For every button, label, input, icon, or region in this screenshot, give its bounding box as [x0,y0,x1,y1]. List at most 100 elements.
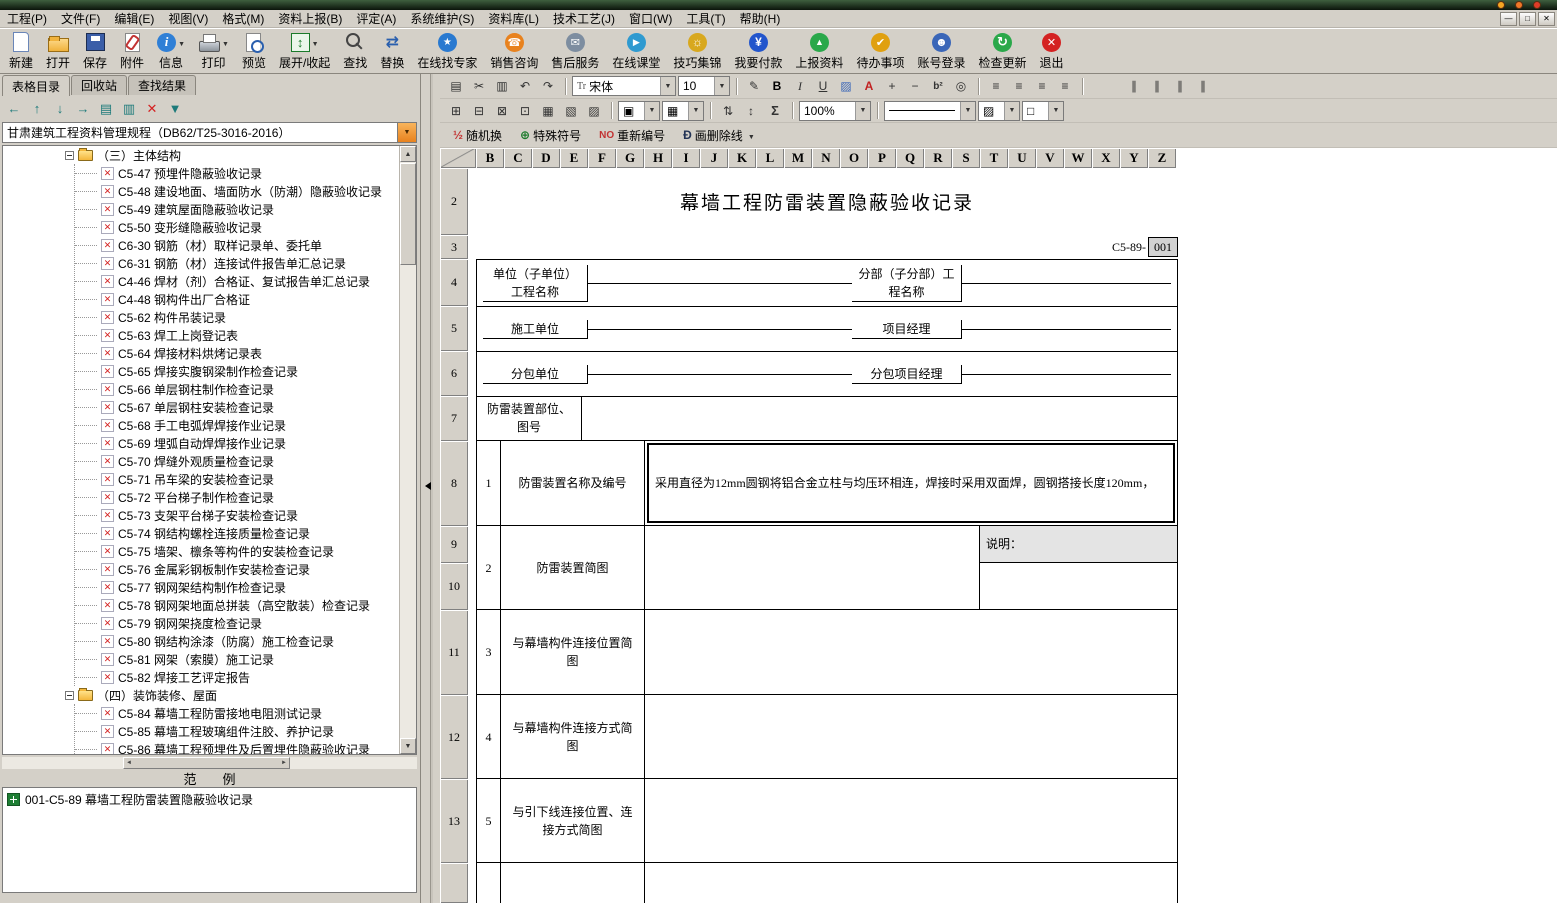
titlebar-minimize-button[interactable] [1497,1,1505,9]
tree-item[interactable]: C5-72 平台梯子制作检查记录 [75,488,399,506]
column-header[interactable]: H [644,148,672,168]
tree-item[interactable]: C6-31 钢筋（材）连接试件报告单汇总记录 [75,254,399,272]
device-name-cell[interactable]: 采用直径为12mm圆钢将铝合金立柱与均压环相连，焊接时采用双面焊，圆钢搭接长度1… [645,441,1178,526]
zoom-select[interactable]: 100% [799,101,871,121]
row-ops-button[interactable]: ⇅ [717,101,739,121]
tree-item[interactable]: C5-74 钢结构螺栓连接质量检查记录 [75,524,399,542]
menu-item[interactable]: 资料上报(B) [271,9,349,28]
column-header[interactable]: R [924,148,952,168]
active-edit-cell[interactable]: 采用直径为12mm圆钢将铝合金立柱与均压环相连，焊接时采用双面焊，圆钢搭接长度1… [647,443,1175,523]
toolbar-button[interactable]: 技巧集锦 [670,30,724,72]
column-header[interactable]: Z [1148,148,1176,168]
align-button[interactable]: ≡ [1008,76,1030,96]
row-header[interactable]: 7 [440,396,468,441]
empty-content-cell[interactable] [645,863,1178,903]
catalog-dropdown-button[interactable] [397,123,416,142]
menu-item[interactable]: 技术工艺(J) [546,9,622,28]
tree-toolbar-button[interactable]: ▥ [119,99,139,119]
table-button[interactable]: ⊞ [445,101,467,121]
toolbar-button[interactable]: 预览 [239,30,269,72]
row-header[interactable]: 12 [440,695,468,779]
toolbar-button[interactable]: 附件 [117,30,147,72]
tree-toolbar-button[interactable]: ↑ [27,99,47,119]
connection-method-cell[interactable] [645,695,1178,779]
toolbar-button[interactable]: 保存 [80,30,110,72]
tree-group-decoration[interactable]: （四）装饰装修、屋面 [3,686,399,704]
table-button[interactable]: ▦ [537,101,559,121]
font-size-select[interactable]: 10 [678,76,730,96]
border-style-select[interactable]: ▦ [662,101,704,121]
column-header[interactable]: P [868,148,896,168]
toolbar-button[interactable]: 展开/收起 [276,30,333,72]
tree-item[interactable]: C5-63 焊工上岗登记表 [75,326,399,344]
tree-toolbar-button[interactable]: ▤ [96,99,116,119]
tool-button[interactable]: ½ 随机换 [445,125,510,146]
device-diagram-cell[interactable]: 说明： [645,526,1178,610]
collapse-icon[interactable] [65,151,74,160]
format-button[interactable]: ▤ [445,76,467,96]
dropdown-caret-icon[interactable] [178,33,185,51]
menu-item[interactable]: 工程(P) [0,9,54,28]
menu-item[interactable]: 视图(V) [161,9,215,28]
table-button[interactable]: ⊠ [491,101,513,121]
tree-item[interactable]: C5-84 幕墙工程防雷接地电阻测试记录 [75,704,399,722]
splitter-collapse-icon[interactable] [425,482,431,490]
example-item[interactable]: 001-C5-89 幕墙工程防雷装置隐蔽验收记录 [3,788,416,811]
tree-toolbar-button[interactable]: → [73,99,93,119]
menu-item[interactable]: 帮助(H) [733,9,788,28]
column-header[interactable]: U [1008,148,1036,168]
row-header[interactable]: 4 [440,259,468,306]
scroll-down-icon[interactable] [400,738,416,754]
tool-button[interactable]: Đ 画删除线 [675,125,763,146]
menu-item[interactable]: 编辑(E) [107,9,161,28]
column-header[interactable]: O [840,148,868,168]
toolbar-button[interactable]: 替换 [377,30,407,72]
tree-toolbar-button[interactable]: ↓ [50,99,70,119]
column-header[interactable]: T [980,148,1008,168]
chevron-down-icon[interactable] [960,102,975,120]
format-button[interactable]: ▥ [491,76,513,96]
cell-style-select[interactable]: □ [1022,101,1064,121]
tree-item[interactable]: C5-75 墙架、檩条等构件的安装检查记录 [75,542,399,560]
tree-item[interactable]: C5-48 建设地面、墙面防水（防潮）隐蔽验收记录 [75,182,399,200]
tree-toolbar-button[interactable]: ▼ [165,99,185,119]
menu-item[interactable]: 系统维护(S) [403,9,481,28]
dropdown-caret-icon[interactable] [312,33,319,51]
distribute-button[interactable]: ∥ [1146,76,1168,96]
distribute-button[interactable]: ∥ [1192,76,1214,96]
column-header[interactable]: L [756,148,784,168]
format-button[interactable]: A [858,76,880,96]
tree-item[interactable]: C5-65 焊接实腹钢梁制作检查记录 [75,362,399,380]
format-button[interactable]: ▨ [835,76,857,96]
font-family-select[interactable]: Tr 宋体 [572,76,676,96]
table-button[interactable]: ⊟ [468,101,490,121]
table-button[interactable]: ▧ [560,101,582,121]
format-button[interactable]: I [789,76,811,96]
column-header[interactable]: F [588,148,616,168]
toolbar-button[interactable]: 新建 [6,30,36,72]
tree-item[interactable]: C5-85 幕墙工程玻璃组件注胶、养护记录 [75,722,399,740]
format-button[interactable]: U [812,76,834,96]
column-header[interactable]: W [1064,148,1092,168]
autosum-button[interactable]: Σ [764,101,786,121]
format-button[interactable]: ✎ [743,76,765,96]
tool-button[interactable]: ⊕ 特殊符号 [512,125,589,146]
subcontractor-field[interactable] [588,374,852,375]
sidebar-tab[interactable]: 回收站 [71,75,127,95]
form-title[interactable]: 幕墙工程防雷装置隐蔽验收记录 [476,168,1178,235]
chevron-down-icon[interactable] [855,102,870,120]
menu-item[interactable]: 资料库(L) [481,9,546,28]
scroll-up-icon[interactable] [400,146,416,162]
hscrollbar-thumb[interactable] [123,757,290,769]
dropdown-caret-icon[interactable] [748,128,755,142]
tree-item[interactable]: C5-77 钢网架结构制作检查记录 [75,578,399,596]
format-button[interactable]: ✂ [468,76,490,96]
column-header[interactable]: J [700,148,728,168]
tree-item[interactable]: C5-66 单层钢柱制作检查记录 [75,380,399,398]
tree-item[interactable]: C5-71 吊车梁的安装检查记录 [75,470,399,488]
toolbar-button[interactable]: 账号登录 [914,30,968,72]
sidebar-tab[interactable]: 查找结果 [128,75,196,95]
tree-item[interactable]: C5-81 网架（索膜）施工记录 [75,650,399,668]
format-button[interactable]: − [904,76,926,96]
tree-item[interactable]: C5-50 变形缝隐蔽验收记录 [75,218,399,236]
